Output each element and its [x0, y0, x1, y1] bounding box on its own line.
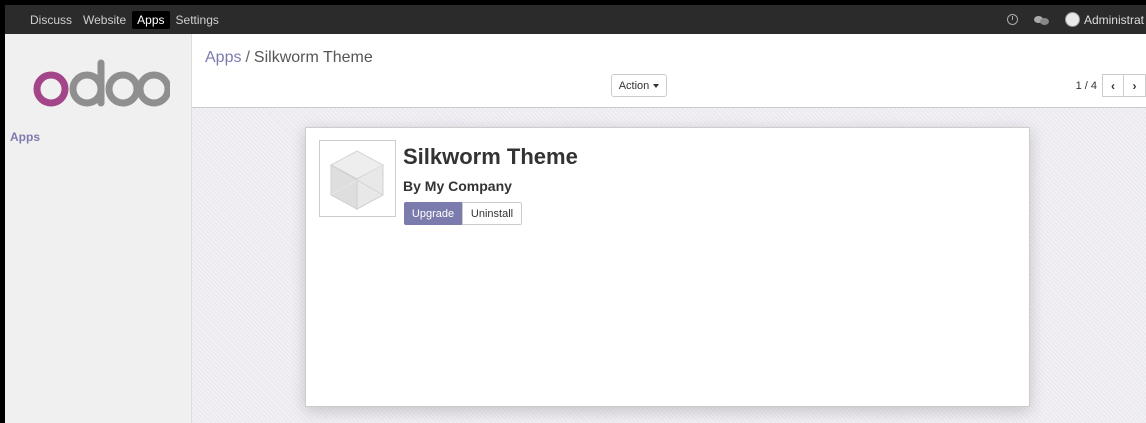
pager-next-button[interactable]: › — [1124, 74, 1146, 97]
app-title: Silkworm Theme — [403, 144, 578, 169]
chevron-right-icon: › — [1132, 78, 1137, 93]
pager: 1 / 4 ‹ › — [1076, 74, 1146, 97]
avatar[interactable] — [1064, 12, 1080, 27]
main-menu: Discuss Website Apps Settings — [25, 5, 225, 34]
breadcrumb: Apps / Silkworm Theme — [205, 49, 373, 67]
menu-item-discuss[interactable]: Discuss — [25, 11, 77, 29]
breadcrumb-separator: / — [245, 49, 250, 66]
menu-item-settings[interactable]: Settings — [171, 11, 224, 29]
upgrade-button[interactable]: Upgrade — [404, 202, 462, 225]
app-author: By My Company — [403, 178, 512, 194]
clock-icon[interactable] — [1006, 14, 1018, 25]
form-view-background: Silkworm Theme By My Company Upgrade Uni… — [192, 108, 1146, 423]
chat-icon[interactable] — [1033, 15, 1049, 25]
systray: Administrat — [1006, 5, 1146, 34]
top-navbar: Discuss Website Apps Settings Administra… — [5, 5, 1146, 34]
pager-value[interactable]: 1 / 4 — [1076, 80, 1097, 92]
breadcrumb-apps-link[interactable]: Apps — [205, 49, 241, 66]
chevron-left-icon: ‹ — [1111, 78, 1115, 93]
app-window: Discuss Website Apps Settings Administra… — [5, 5, 1146, 423]
menu-item-website[interactable]: Website — [78, 11, 131, 29]
sidebar-item-apps[interactable]: Apps — [10, 130, 40, 144]
pager-previous-button[interactable]: ‹ — [1102, 74, 1124, 97]
control-panel: Apps / Silkworm Theme Action 1 / 4 ‹ › — [192, 34, 1146, 108]
user-menu[interactable]: Administrat — [1084, 13, 1144, 27]
caret-down-icon — [653, 83, 660, 88]
action-label: Action — [618, 79, 650, 92]
uninstall-button[interactable]: Uninstall — [462, 202, 522, 225]
form-sheet: Silkworm Theme By My Company Upgrade Uni… — [305, 127, 1030, 407]
app-icon — [319, 140, 396, 217]
odoo-logo[interactable] — [30, 58, 170, 108]
menu-item-apps[interactable]: Apps — [132, 10, 170, 29]
sidebar: Apps — [5, 34, 192, 423]
breadcrumb-current: Silkworm Theme — [253, 49, 373, 66]
cube-icon — [329, 150, 385, 210]
action-dropdown-button[interactable]: Action — [611, 74, 667, 97]
